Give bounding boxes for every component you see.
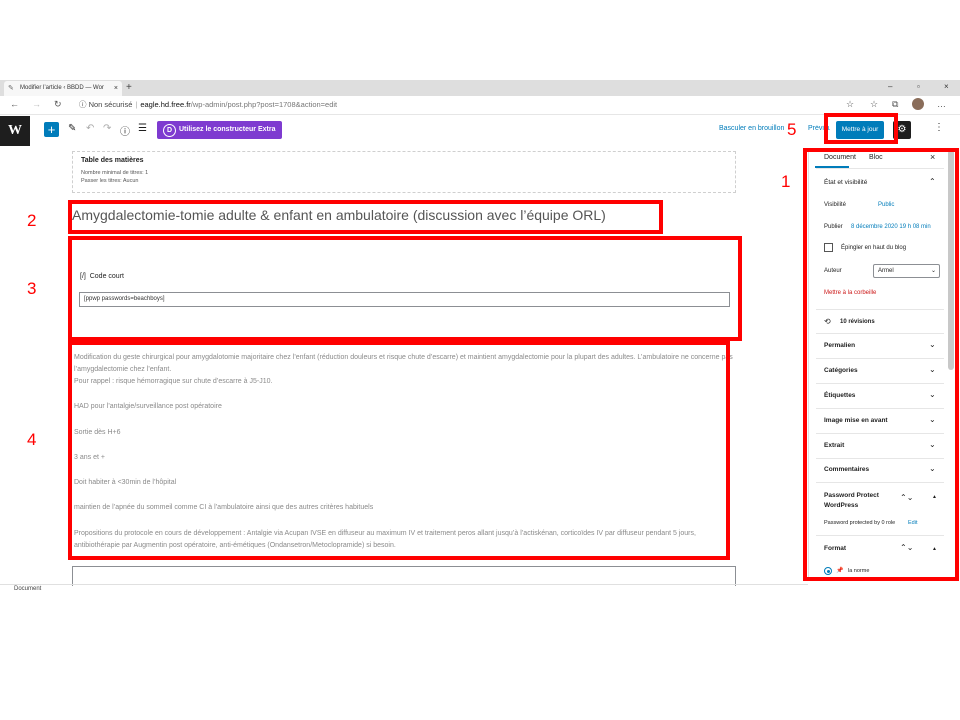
- url-host: eagle.hd.free.fr: [140, 100, 191, 109]
- tab-title: Modifier l’article ‹ BBDD — Wor: [20, 85, 104, 91]
- toc-min-headings: Nombre minimal de titres: 1: [81, 170, 149, 176]
- insecure-label: Non sécurisé: [88, 100, 133, 109]
- new-tab-button[interactable]: +: [126, 81, 132, 95]
- divi-d-icon: D: [163, 124, 176, 137]
- browser-tab[interactable]: ✎ Modifier l’article ‹ BBDD — Wor ×: [4, 81, 122, 96]
- annotation-box-1: [803, 148, 959, 581]
- annotation-number-1: 1: [781, 172, 791, 191]
- toc-title: Table des matières: [81, 157, 144, 164]
- favorites-list-icon[interactable]: ☆: [870, 99, 878, 110]
- maximize-icon[interactable]: ▫: [917, 82, 920, 91]
- url-path: /wp-admin/post.php?post=1708&action=edit: [190, 100, 338, 109]
- back-icon[interactable]: ←: [10, 99, 19, 109]
- edit-tool-icon[interactable]: ✎: [68, 123, 76, 134]
- more-options-icon[interactable]: ⋮: [934, 122, 944, 133]
- annotation-box-3: [68, 236, 742, 341]
- extra-builder-button[interactable]: D Utilisez le constructeur Extra: [157, 121, 282, 139]
- wordpress-logo-icon[interactable]: W: [0, 116, 30, 146]
- annotation-number-4: 4: [27, 430, 37, 449]
- profile-avatar[interactable]: [912, 98, 924, 110]
- tab-close-icon[interactable]: ×: [114, 81, 118, 96]
- forward-icon[interactable]: →: [32, 99, 41, 109]
- wordpress-favicon-icon: ✎: [8, 85, 14, 92]
- editor-footer-divider: [0, 584, 808, 585]
- details-info-icon[interactable]: ⓘ: [120, 123, 130, 138]
- reload-icon[interactable]: ↻: [54, 99, 62, 110]
- switch-to-draft-button[interactable]: Basculer en brouillon: [719, 125, 784, 132]
- add-block-button[interactable]: +: [44, 122, 59, 137]
- extra-builder-label: Utilisez le constructeur Extra: [179, 126, 276, 133]
- redo-icon[interactable]: ↷: [103, 123, 111, 134]
- breadcrumb-document[interactable]: Document: [14, 586, 41, 592]
- close-window-icon[interactable]: ×: [944, 82, 949, 91]
- favorite-star-icon[interactable]: ☆: [846, 99, 854, 110]
- toc-skip-headings: Passer les titres: Aucun: [81, 178, 139, 184]
- url-field[interactable]: ⓘ Non sécurisé | eagle.hd.free.fr/wp-admin…: [79, 99, 337, 111]
- undo-icon[interactable]: ↶: [86, 123, 94, 134]
- annotation-box-5: [824, 113, 898, 144]
- info-icon: ⓘ: [79, 100, 87, 109]
- annotation-number-3: 3: [27, 279, 37, 298]
- annotation-number-5: 5: [787, 120, 797, 139]
- browser-menu-icon[interactable]: …: [937, 99, 946, 109]
- table-of-contents-block[interactable]: [72, 151, 736, 193]
- annotation-box-2: [68, 200, 663, 234]
- collections-icon[interactable]: ⧉: [892, 99, 898, 110]
- next-block[interactable]: [72, 566, 736, 586]
- annotation-box-4: [68, 341, 730, 560]
- browser-tab-bar: [0, 80, 960, 96]
- list-view-icon[interactable]: ☰: [138, 123, 147, 134]
- minimize-icon[interactable]: –: [888, 82, 892, 91]
- annotation-number-2: 2: [27, 211, 37, 230]
